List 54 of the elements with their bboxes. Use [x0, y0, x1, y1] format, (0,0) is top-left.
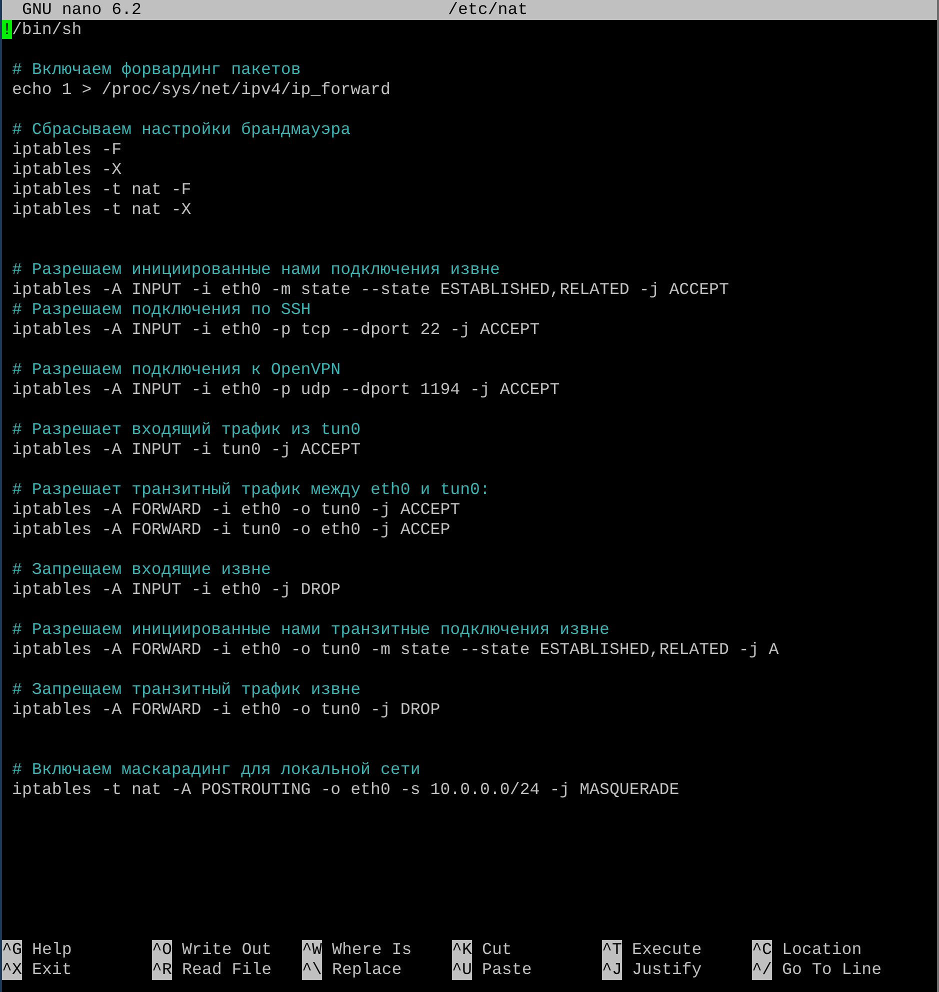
code-line: iptables -A INPUT -i eth0 -m state --state ESTABLISHED,RELATED -j ACCEPT: [11, 280, 729, 299]
shortcut-key: ^G: [2, 940, 22, 960]
shortcut-label: Execute: [632, 940, 702, 960]
code-line: iptables -A INPUT -i eth0 -p tcp --dport 22 -j ACCEPT: [11, 320, 540, 339]
comment-line: # Разрешаем подключения по SSH: [11, 300, 311, 319]
comment-line: # Разрешаем инициированные нами подключения извне: [11, 260, 500, 279]
code-line: iptables -A FORWARD -i eth0 -o tun0 -j DROP: [11, 700, 440, 719]
comment-line: # Включаем маскарадинг для локальной сети: [11, 760, 420, 779]
shortcut-key: ^T: [602, 940, 622, 960]
shortcut-label: Paste: [482, 960, 532, 980]
shortcut-key: ^C: [752, 940, 772, 960]
comment-line: # Разрешаем подключения к OpenVPN: [11, 360, 341, 379]
shortcut-label: Replace: [332, 960, 402, 980]
shortcut-key: ^/: [752, 960, 772, 980]
comment-line: # Запрещаем входящие извне: [11, 560, 271, 579]
code-line: iptables -F: [11, 140, 122, 159]
code-line: iptables -A INPUT -i tun0 -j ACCEPT: [11, 440, 361, 459]
code-line: iptables -t nat -F: [11, 180, 192, 199]
code-line: iptables -t nat -X: [11, 200, 192, 219]
shortcut-key: ^O: [152, 940, 172, 960]
code-line: iptables -A INPUT -i eth0 -p udp --dport 1194 -j ACCEPT: [11, 380, 560, 399]
code-line: /bin/sh: [12, 20, 82, 39]
shortcut-label: Location: [782, 940, 862, 960]
code-line: iptables -A FORWARD -i eth0 -o tun0 -j ACCEPT: [11, 500, 460, 519]
shortcut-key: ^U: [452, 960, 472, 980]
comment-line: # Запрещаем транзитный трафик извне: [11, 680, 361, 699]
shortcut-label: Go To Line: [782, 960, 882, 980]
shortcut-key: ^K: [452, 940, 472, 960]
code-line: iptables -t nat -A POSTROUTING -o eth0 -s 10.0.0.0/24 -j MASQUERADE: [11, 780, 680, 799]
comment-line: # Разрешает входящий трафик из tun0: [11, 420, 361, 439]
shortcut-label: Justify: [632, 960, 702, 980]
code-line: echo 1 > /proc/sys/net/ipv4/ip_forward: [11, 80, 390, 99]
code-line: iptables -A FORWARD -i tun0 -o eth0 -j ACCEP: [11, 520, 450, 539]
shortcut-label: Help: [32, 940, 72, 960]
shortcut-label: Where Is: [332, 940, 412, 960]
file-name: /etc/nat: [448, 0, 528, 20]
code-line: iptables -A INPUT -i eth0 -j DROP: [11, 580, 341, 599]
code-line: iptables -X: [11, 160, 122, 179]
app-version: GNU nano 6.2: [22, 0, 142, 20]
shortcut-key: ^R: [152, 960, 172, 980]
comment-line: # Включаем форвардинг пакетов: [11, 60, 301, 79]
comment-line: # Сбрасываем настройки брандмауэра: [11, 120, 351, 139]
text-cursor: !: [2, 20, 12, 39]
shortcut-key: ^X: [2, 960, 22, 980]
code-line: iptables -A FORWARD -i eth0 -o tun0 -m state --state ESTABLISHED,RELATED -j A: [11, 640, 779, 659]
shortcut-label: Write Out: [182, 940, 272, 960]
comment-line: # Разрешает транзитный трафик между eth0 и tun0:: [11, 480, 490, 499]
shortcut-label: Read File: [182, 960, 272, 980]
comment-line: # Разрешаем инициированные нами транзитные подключения извне: [11, 620, 610, 639]
shortcut-key: ^W: [302, 940, 322, 960]
shortcut-key: ^J: [602, 960, 622, 980]
shortcut-key: ^\: [302, 960, 322, 980]
shortcut-label: Cut: [482, 940, 512, 960]
shortcut-label: Exit: [32, 960, 72, 980]
